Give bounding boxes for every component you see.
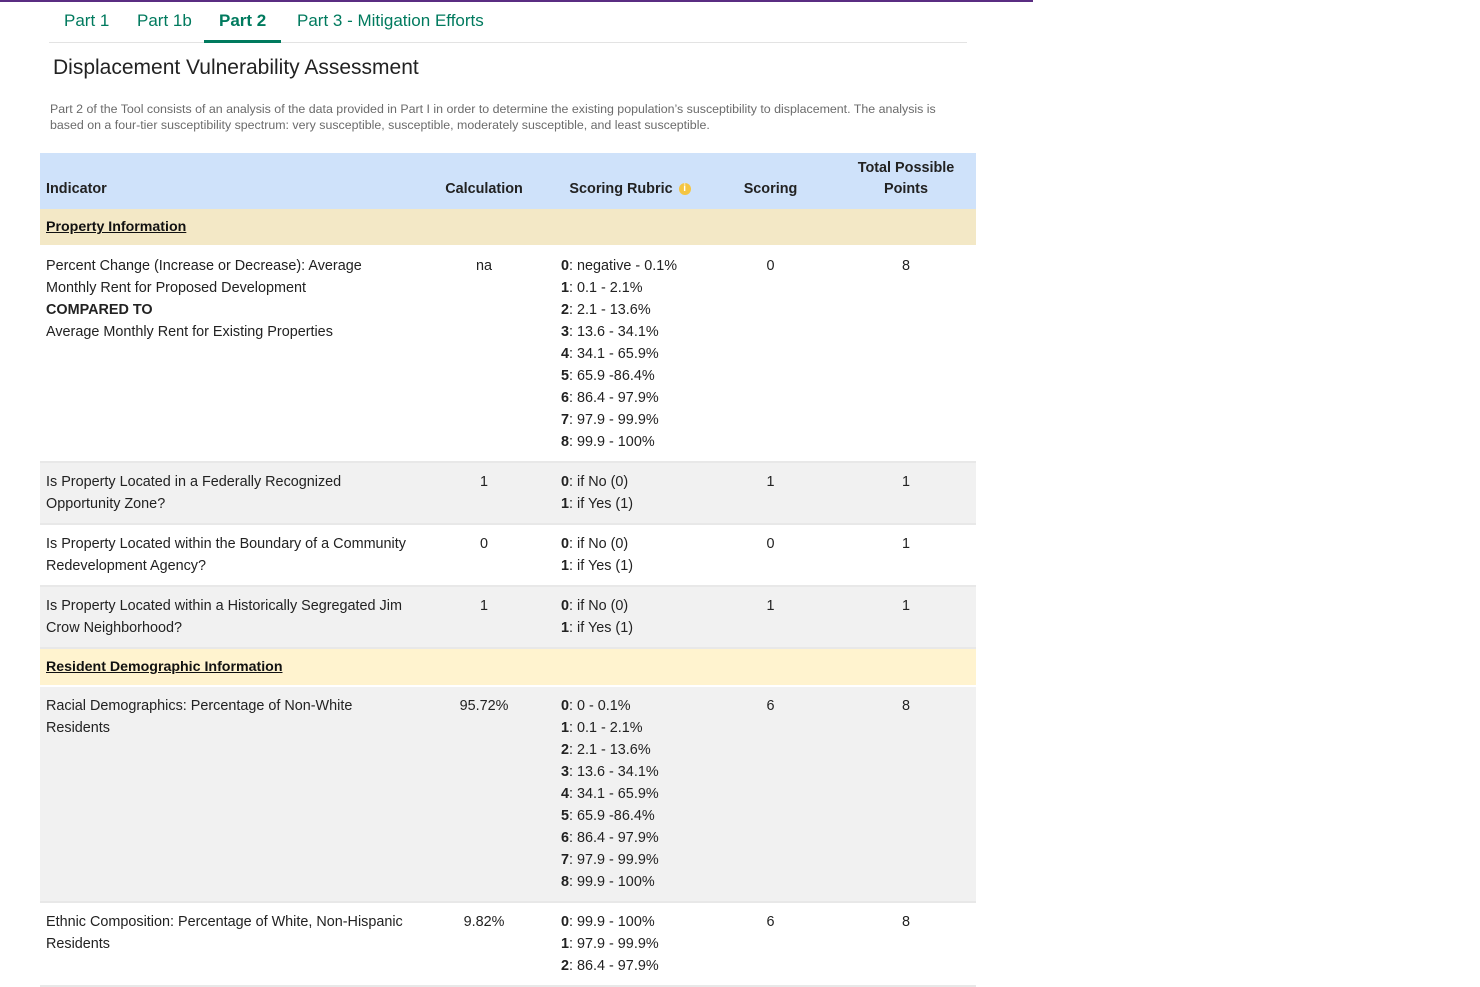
rubric-line: 0: if No (0) xyxy=(561,474,629,490)
rubric-line: 8: 99.9 - 100% xyxy=(561,434,655,450)
total-points-cell: 1 xyxy=(836,586,976,649)
rubric-line: 5: 65.9 -86.4% xyxy=(561,808,655,824)
scoring-cell: 0 xyxy=(705,524,836,587)
header-scoring: Scoring xyxy=(743,181,798,197)
section-row: Property Information xyxy=(40,209,976,247)
tab-part-2[interactable]: Part 2 xyxy=(204,2,282,43)
calculation-cell: 1 xyxy=(413,462,555,525)
rubric-cell: 0: 99.9 - 100% 1: 97.9 - 99.9% 2: 86.4 -… xyxy=(555,902,705,987)
rubric-line: 4: 34.1 - 65.9% xyxy=(561,786,659,802)
rubric-line: 0: 0 - 0.1% xyxy=(561,698,631,714)
rubric-line: 1: 0.1 - 2.1% xyxy=(561,720,643,736)
scoring-cell: 6 xyxy=(705,902,836,987)
tab-part-3[interactable]: Part 3 - Mitigation Efforts xyxy=(282,2,499,42)
header-total-points: Total Possible Points xyxy=(857,160,955,197)
calculation-cell: 95.72% xyxy=(413,686,555,903)
rubric-line: 1: 97.9 - 99.9% xyxy=(561,936,659,952)
rubric-line: 4: 34.1 - 65.9% xyxy=(561,346,659,362)
scoring-cell: 1 xyxy=(705,462,836,525)
rubric-line: 2: 86.4 - 97.9% xyxy=(561,958,659,974)
rubric-line: 3: 13.6 - 34.1% xyxy=(561,764,659,780)
table-row: Ethnic Composition: Percentage of White,… xyxy=(40,902,976,987)
tab-part-1b[interactable]: Part 1b xyxy=(122,2,207,42)
page-title: Displacement Vulnerability Assessment xyxy=(53,56,419,79)
total-points-cell: 8 xyxy=(836,246,976,463)
calculation-cell: na xyxy=(413,246,555,463)
header-calculation: Calculation xyxy=(445,181,523,197)
rubric-cell: 0: negative - 0.1% 1: 0.1 - 2.1% 2: 2.1 … xyxy=(555,246,705,463)
indicator-text: Percent Change (Increase or Decrease): A… xyxy=(46,258,362,296)
scoring-cell: 6 xyxy=(705,686,836,903)
section-title: Property Information xyxy=(46,219,187,235)
rubric-line: 7: 97.9 - 99.9% xyxy=(561,852,659,868)
rubric-cell: 0: if No (0) 1: if Yes (1) xyxy=(555,586,705,649)
rubric-line: 1: if Yes (1) xyxy=(561,496,634,512)
tab-bar: Part 1 Part 1b Part 2 Part 3 - Mitigatio… xyxy=(49,2,967,43)
table-row: Is Property Located in a Federally Recog… xyxy=(40,462,976,525)
calculation-cell: 1 xyxy=(413,586,555,649)
section-row: Resident Demographic Information xyxy=(40,648,976,687)
total-points-cell: 1 xyxy=(836,524,976,587)
page-description: Part 2 of the Tool consists of an analys… xyxy=(50,102,936,132)
rubric-cell: 0: if No (0) 1: if Yes (1) xyxy=(555,524,705,587)
total-points-cell: 8 xyxy=(836,902,976,987)
rubric-line: 2: 2.1 - 13.6% xyxy=(561,742,651,758)
total-points-cell: 1 xyxy=(836,462,976,525)
scoring-cell: 1 xyxy=(705,586,836,649)
rubric-line: 7: 97.9 - 99.9% xyxy=(561,412,659,428)
rubric-line: 0: if No (0) xyxy=(561,598,629,614)
header-indicator: Indicator xyxy=(46,181,107,197)
rubric-cell: 0: 0 - 0.1% 1: 0.1 - 2.1% 2: 2.1 - 13.6%… xyxy=(555,686,705,903)
total-points-cell: 8 xyxy=(836,686,976,903)
rubric-line: 1: if Yes (1) xyxy=(561,620,634,636)
calculation-cell: 9.82% xyxy=(413,902,555,987)
rubric-cell: 0: if No (0) 1: if Yes (1) xyxy=(555,462,705,525)
rubric-line: 8: 99.9 - 100% xyxy=(561,874,655,890)
indicator-cell: Racial Demographics: Percentage of Non-W… xyxy=(40,686,413,903)
table-row: Racial Demographics: Percentage of Non-W… xyxy=(40,686,976,903)
rubric-line: 0: if No (0) xyxy=(561,536,629,552)
table-row: Is Property Located within the Boundary … xyxy=(40,524,976,587)
table-header: Indicator Calculation Scoring Rubric i S… xyxy=(40,153,976,209)
indicator-compared-to: COMPARED TO xyxy=(46,302,153,318)
header-scoring-rubric: Scoring Rubric i xyxy=(555,153,705,209)
info-icon[interactable]: i xyxy=(678,183,691,196)
indicator-text-2: Average Monthly Rent for Existing Proper… xyxy=(46,324,333,340)
rubric-line: 5: 65.9 -86.4% xyxy=(561,368,655,384)
tab-part-1[interactable]: Part 1 xyxy=(49,2,124,42)
rubric-line: 3: 13.6 - 34.1% xyxy=(561,324,659,340)
rubric-line: 0: 99.9 - 100% xyxy=(561,914,655,930)
rubric-line: 0: negative - 0.1% xyxy=(561,258,678,274)
rubric-line: 1: if Yes (1) xyxy=(561,558,634,574)
rubric-line: 2: 2.1 - 13.6% xyxy=(561,302,651,318)
indicator-cell: Is Property Located within the Boundary … xyxy=(40,524,413,587)
table-row: Is Property Located within a Historicall… xyxy=(40,586,976,649)
calculation-cell: 0 xyxy=(413,524,555,587)
table-row: Percent Change (Increase or Decrease): A… xyxy=(40,246,976,463)
header-rubric-label: Scoring Rubric xyxy=(569,181,673,197)
indicator-cell: Percent Change (Increase or Decrease): A… xyxy=(40,246,413,463)
scoring-cell: 0 xyxy=(705,246,836,463)
rubric-line: 6: 86.4 - 97.9% xyxy=(561,390,659,406)
assessment-table: Indicator Calculation Scoring Rubric i S… xyxy=(40,153,976,987)
indicator-cell: Is Property Located in a Federally Recog… xyxy=(40,462,413,525)
rubric-line: 6: 86.4 - 97.9% xyxy=(561,830,659,846)
indicator-cell: Ethnic Composition: Percentage of White,… xyxy=(40,902,413,987)
rubric-line: 1: 0.1 - 2.1% xyxy=(561,280,643,296)
indicator-cell: Is Property Located within a Historicall… xyxy=(40,586,413,649)
section-title: Resident Demographic Information xyxy=(46,659,283,675)
